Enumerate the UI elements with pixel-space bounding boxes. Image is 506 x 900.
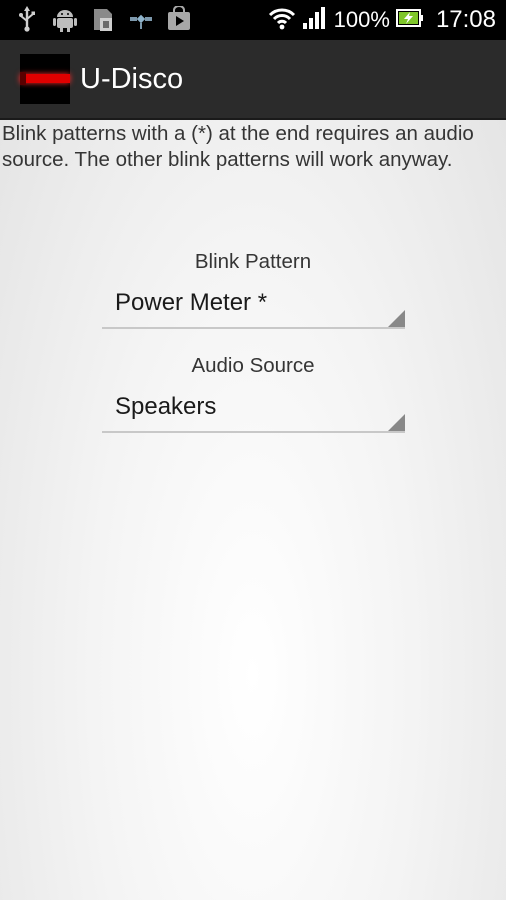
- sim-card-icon: [90, 6, 116, 32]
- info-text: Blink patterns with a (*) at the end req…: [2, 122, 474, 171]
- android-debug-icon: [52, 6, 78, 32]
- blink-pattern-label: Blink Pattern: [194, 250, 312, 273]
- battery-charging-icon: [395, 7, 424, 34]
- audio-source-label: Audio Source: [191, 354, 315, 377]
- app-title: U-Disco: [80, 63, 184, 95]
- dropdown-arrow-icon: [388, 414, 405, 431]
- usb-icon: [14, 6, 40, 32]
- battery-percent: 100%: [333, 7, 390, 32]
- audio-source-value: Speakers: [115, 393, 217, 420]
- dropdown-arrow-icon: [388, 310, 405, 327]
- play-store-icon: [166, 6, 192, 32]
- system-indicators: 100% 17:08: [268, 0, 496, 40]
- audio-source-spinner[interactable]: Speakers: [102, 389, 405, 433]
- status-bar: 100% 17:08: [0, 0, 506, 40]
- blink-pattern-spinner[interactable]: Power Meter *: [102, 285, 405, 329]
- blink-pattern-value: Power Meter *: [115, 289, 268, 316]
- app-logo-icon[interactable]: [20, 54, 70, 104]
- clock: 17:08: [435, 6, 496, 33]
- satellite-icon: [128, 6, 154, 32]
- notification-icons: [14, 6, 192, 32]
- action-bar: U-Disco: [0, 40, 506, 120]
- wifi-icon: [268, 6, 296, 35]
- signal-icon: [302, 6, 328, 35]
